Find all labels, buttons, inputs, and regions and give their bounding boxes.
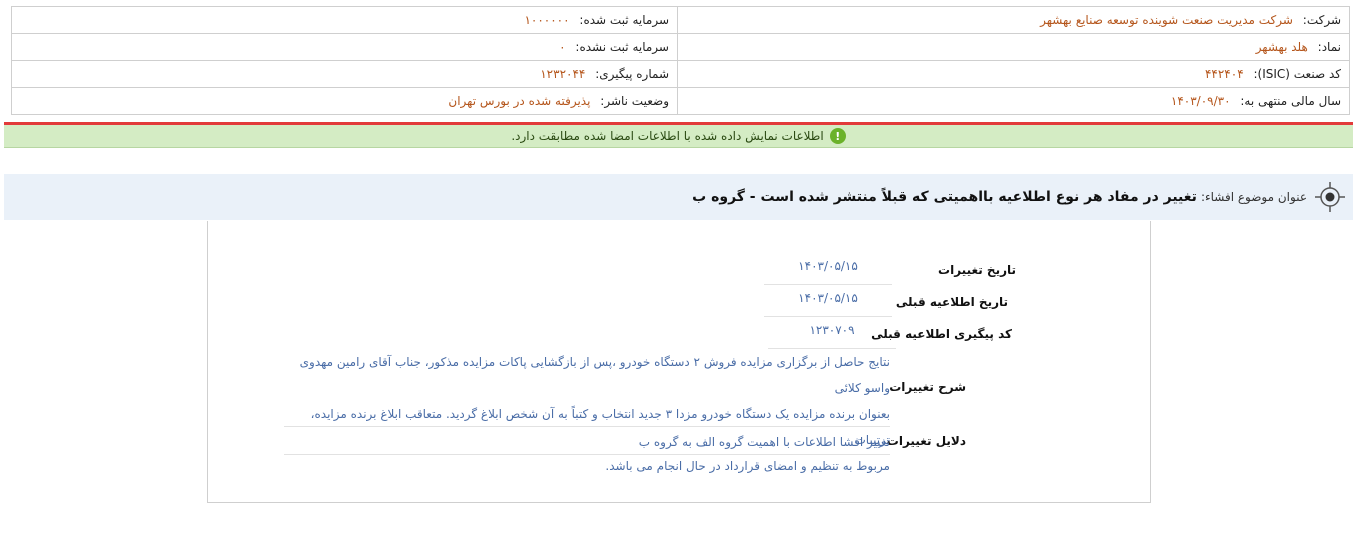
company-cell: شرکت: شرکت مدیریت صنعت شوینده توسعه صنای… bbox=[677, 6, 1350, 34]
reg-capital-cell: سرمایه ثبت شده: ۱۰۰۰۰۰۰ bbox=[11, 6, 678, 34]
unreg-capital-label: سرمایه ثبت نشده: bbox=[575, 40, 669, 54]
info-row: نماد: هلد بهشهر سرمایه ثبت نشده: ۰ bbox=[11, 33, 1350, 61]
details-panel: تاریخ تغییرات ۱۴۰۳/۰۵/۱۵ تاریخ اطلاعیه ق… bbox=[207, 221, 1151, 503]
disclosure-subject-bar: عنوان موضوع افشاء: تغییر در مفاد هر نوع … bbox=[4, 174, 1353, 220]
fiscal-value: ۱۴۰۳/۰۹/۳۰ bbox=[1170, 94, 1231, 108]
reason-label: دلایل تغییرات bbox=[886, 434, 966, 448]
status-cell: وضعیت ناشر: پذیرفته شده در بورس تهران bbox=[11, 87, 678, 115]
change-date-row: تاریخ تغییرات ۱۴۰۳/۰۵/۱۵ bbox=[288, 253, 1016, 285]
symbol-value: هلد بهشهر bbox=[1255, 40, 1308, 54]
reason-value: تغییر افشا اطلاعات با اهمیت گروه الف به … bbox=[284, 429, 890, 455]
subject-value: تغییر در مفاد هر نوع اطلاعیه بااهمیتی که… bbox=[692, 189, 1197, 205]
prev-tracking-row: کد پیگیری اطلاعیه قبلی ۱۲۳۰۷۰۹ bbox=[288, 317, 1012, 349]
unreg-capital-cell: سرمایه ثبت نشده: ۰ bbox=[11, 33, 678, 61]
verification-notice: ! اطلاعات نمایش داده شده با اطلاعات امضا… bbox=[4, 122, 1353, 148]
prev-date-row: تاریخ اطلاعیه قبلی ۱۴۰۳/۰۵/۱۵ bbox=[288, 285, 1008, 317]
description-label: شرح تغییرات bbox=[889, 380, 966, 394]
description-row: شرح تغییرات نتایج حاصل از برگزاری مزایده… bbox=[284, 349, 966, 473]
symbol-label: نماد: bbox=[1317, 40, 1341, 54]
company-value: شرکت مدیریت صنعت شوینده توسعه صنایع بهشه… bbox=[1040, 13, 1293, 27]
info-row: سال مالی منتهی به: ۱۴۰۳/۰۹/۳۰ وضعیت ناشر… bbox=[11, 87, 1350, 115]
description-line: نتایج حاصل از برگزاری مزایده فروش ۲ دستگ… bbox=[299, 355, 890, 395]
prev-date-value: ۱۴۰۳/۰۵/۱۵ bbox=[764, 291, 892, 317]
change-date-label: تاریخ تغییرات bbox=[938, 263, 1016, 277]
isic-label: کد صنعت (ISIC): bbox=[1253, 67, 1341, 81]
verification-notice-text: اطلاعات نمایش داده شده با اطلاعات امضا ش… bbox=[511, 129, 824, 143]
isic-cell: کد صنعت (ISIC): ۴۴۲۴۰۴ bbox=[677, 60, 1350, 88]
prev-tracking-value: ۱۲۳۰۷۰۹ bbox=[768, 323, 896, 349]
symbol-cell: نماد: هلد بهشهر bbox=[677, 33, 1350, 61]
tracking-label: شماره پیگیری: bbox=[595, 67, 669, 81]
description-value: نتایج حاصل از برگزاری مزایده فروش ۲ دستگ… bbox=[284, 349, 890, 473]
reason-row: دلایل تغییرات تغییر افشا اطلاعات با اهمی… bbox=[284, 429, 966, 461]
fiscal-cell: سال مالی منتهی به: ۱۴۰۳/۰۹/۳۰ bbox=[677, 87, 1350, 115]
prev-date-label: تاریخ اطلاعیه قبلی bbox=[895, 295, 1008, 309]
target-icon bbox=[1315, 182, 1345, 212]
info-row: کد صنعت (ISIC): ۴۴۲۴۰۴ شماره پیگیری: ۱۲۳… bbox=[11, 60, 1350, 88]
company-label: شرکت: bbox=[1302, 13, 1341, 27]
reg-capital-value: ۱۰۰۰۰۰۰ bbox=[524, 13, 570, 27]
isic-value: ۴۴۲۴۰۴ bbox=[1204, 67, 1244, 81]
unreg-capital-value: ۰ bbox=[559, 40, 566, 54]
tracking-value: ۱۲۳۲۰۴۴ bbox=[540, 67, 586, 81]
status-value: پذیرفته شده در بورس تهران bbox=[448, 94, 591, 108]
fiscal-label: سال مالی منتهی به: bbox=[1240, 94, 1341, 108]
status-label: وضعیت ناشر: bbox=[600, 94, 669, 108]
info-row: شرکت: شرکت مدیریت صنعت شوینده توسعه صنای… bbox=[11, 6, 1350, 34]
info-icon: ! bbox=[829, 128, 846, 144]
tracking-cell: شماره پیگیری: ۱۲۳۲۰۴۴ bbox=[11, 60, 678, 88]
subject-label: عنوان موضوع افشاء: bbox=[1200, 190, 1307, 204]
change-date-value: ۱۴۰۳/۰۵/۱۵ bbox=[764, 259, 892, 285]
company-info-table: شرکت: شرکت مدیریت صنعت شوینده توسعه صنای… bbox=[11, 6, 1350, 115]
reg-capital-label: سرمایه ثبت شده: bbox=[579, 13, 669, 27]
